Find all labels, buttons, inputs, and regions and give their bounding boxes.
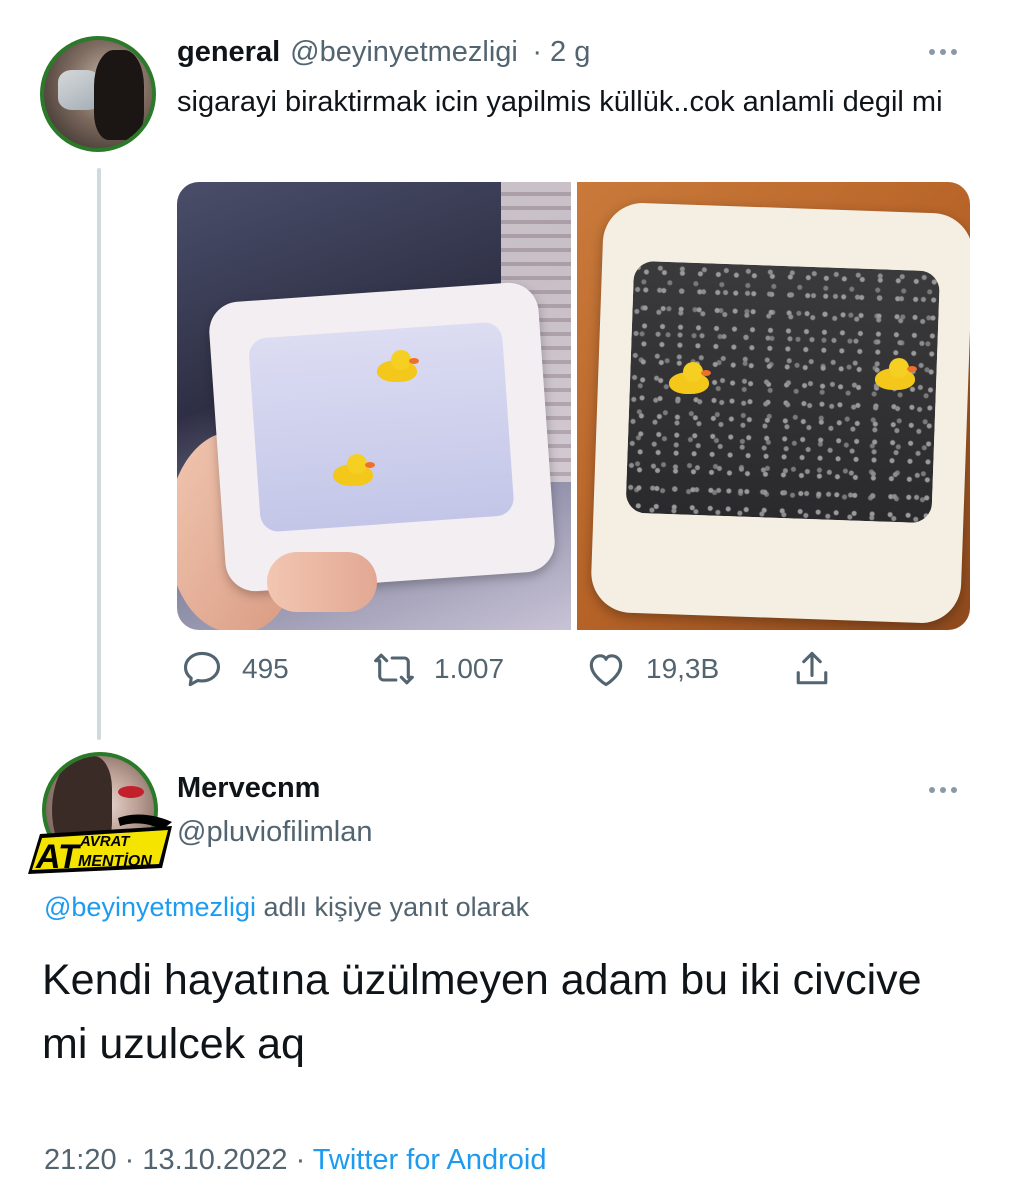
retweet-button[interactable]: 1.007 [372, 647, 504, 691]
duck-figure [333, 454, 375, 486]
like-count: 19,3B [646, 653, 720, 684]
tweet-time[interactable]: · 2 g [532, 36, 590, 68]
duck-figure [874, 358, 917, 390]
author-avatar[interactable] [40, 36, 156, 152]
duck-figure [668, 362, 711, 394]
tweet-meta: 21:20 · 13.10.2022 · Twitter for Android [44, 1144, 547, 1176]
share-button[interactable] [790, 647, 834, 691]
ashtray-used [589, 201, 970, 625]
avatar-hair-detail [94, 50, 144, 140]
media-photo-right[interactable] [576, 182, 970, 630]
badge-at-text: AT [35, 838, 82, 876]
share-icon [796, 651, 828, 685]
reply-to-link[interactable]: @beyinyetmezligi [44, 892, 256, 922]
like-icon [589, 654, 623, 687]
tweet-date[interactable]: 13.10.2022 [142, 1144, 287, 1176]
like-button[interactable]: 19,3B [584, 647, 719, 691]
reply-icon [183, 651, 221, 687]
reply-to-label: adlı kişiye yanıt olarak [263, 892, 530, 922]
reply-count: 495 [242, 653, 289, 684]
badge-mention-text: MENTİON [78, 852, 152, 870]
retweet-icon [374, 653, 414, 685]
tweet-time-full[interactable]: 21:20 [44, 1144, 117, 1176]
more-icon[interactable] [929, 787, 957, 793]
more-icon[interactable] [929, 49, 957, 55]
reply-text: Kendi hayatına üzülmeyen adam bu iki civ… [42, 956, 922, 1068]
at-avrat-mention-logo: AT AVRAT MENTİON [28, 814, 172, 876]
author-handle[interactable]: @beyinyetmezligi [290, 36, 518, 68]
tweet-source[interactable]: Twitter for Android [313, 1144, 547, 1176]
reply-context: @beyinyetmezligi adlı kişiye yanıt olara… [44, 892, 529, 923]
reply-author-name[interactable]: Mervecnm [177, 772, 320, 805]
tweet-actions: 495 1.007 19,3B [180, 647, 880, 695]
media-photo-left[interactable] [177, 182, 571, 630]
badge-avrat-text: AVRAT [79, 833, 131, 850]
duck-figure [377, 350, 419, 382]
thread-line [97, 168, 101, 740]
tweet-header: general @beyinyetmezligi · 2 g [177, 36, 590, 69]
avatar-lips-detail [118, 786, 144, 798]
ashtray-clean [207, 280, 557, 594]
reply-button[interactable]: 495 [180, 647, 289, 691]
tweet-media[interactable] [177, 182, 970, 630]
reply-author-handle[interactable]: @pluviofilimlan [177, 816, 372, 849]
retweet-count: 1.007 [434, 653, 505, 684]
author-name[interactable]: general [177, 36, 280, 68]
tweet-text: sigarayi biraktirmak icin yapilmis küllü… [177, 86, 943, 118]
photo-thumb [267, 552, 377, 612]
